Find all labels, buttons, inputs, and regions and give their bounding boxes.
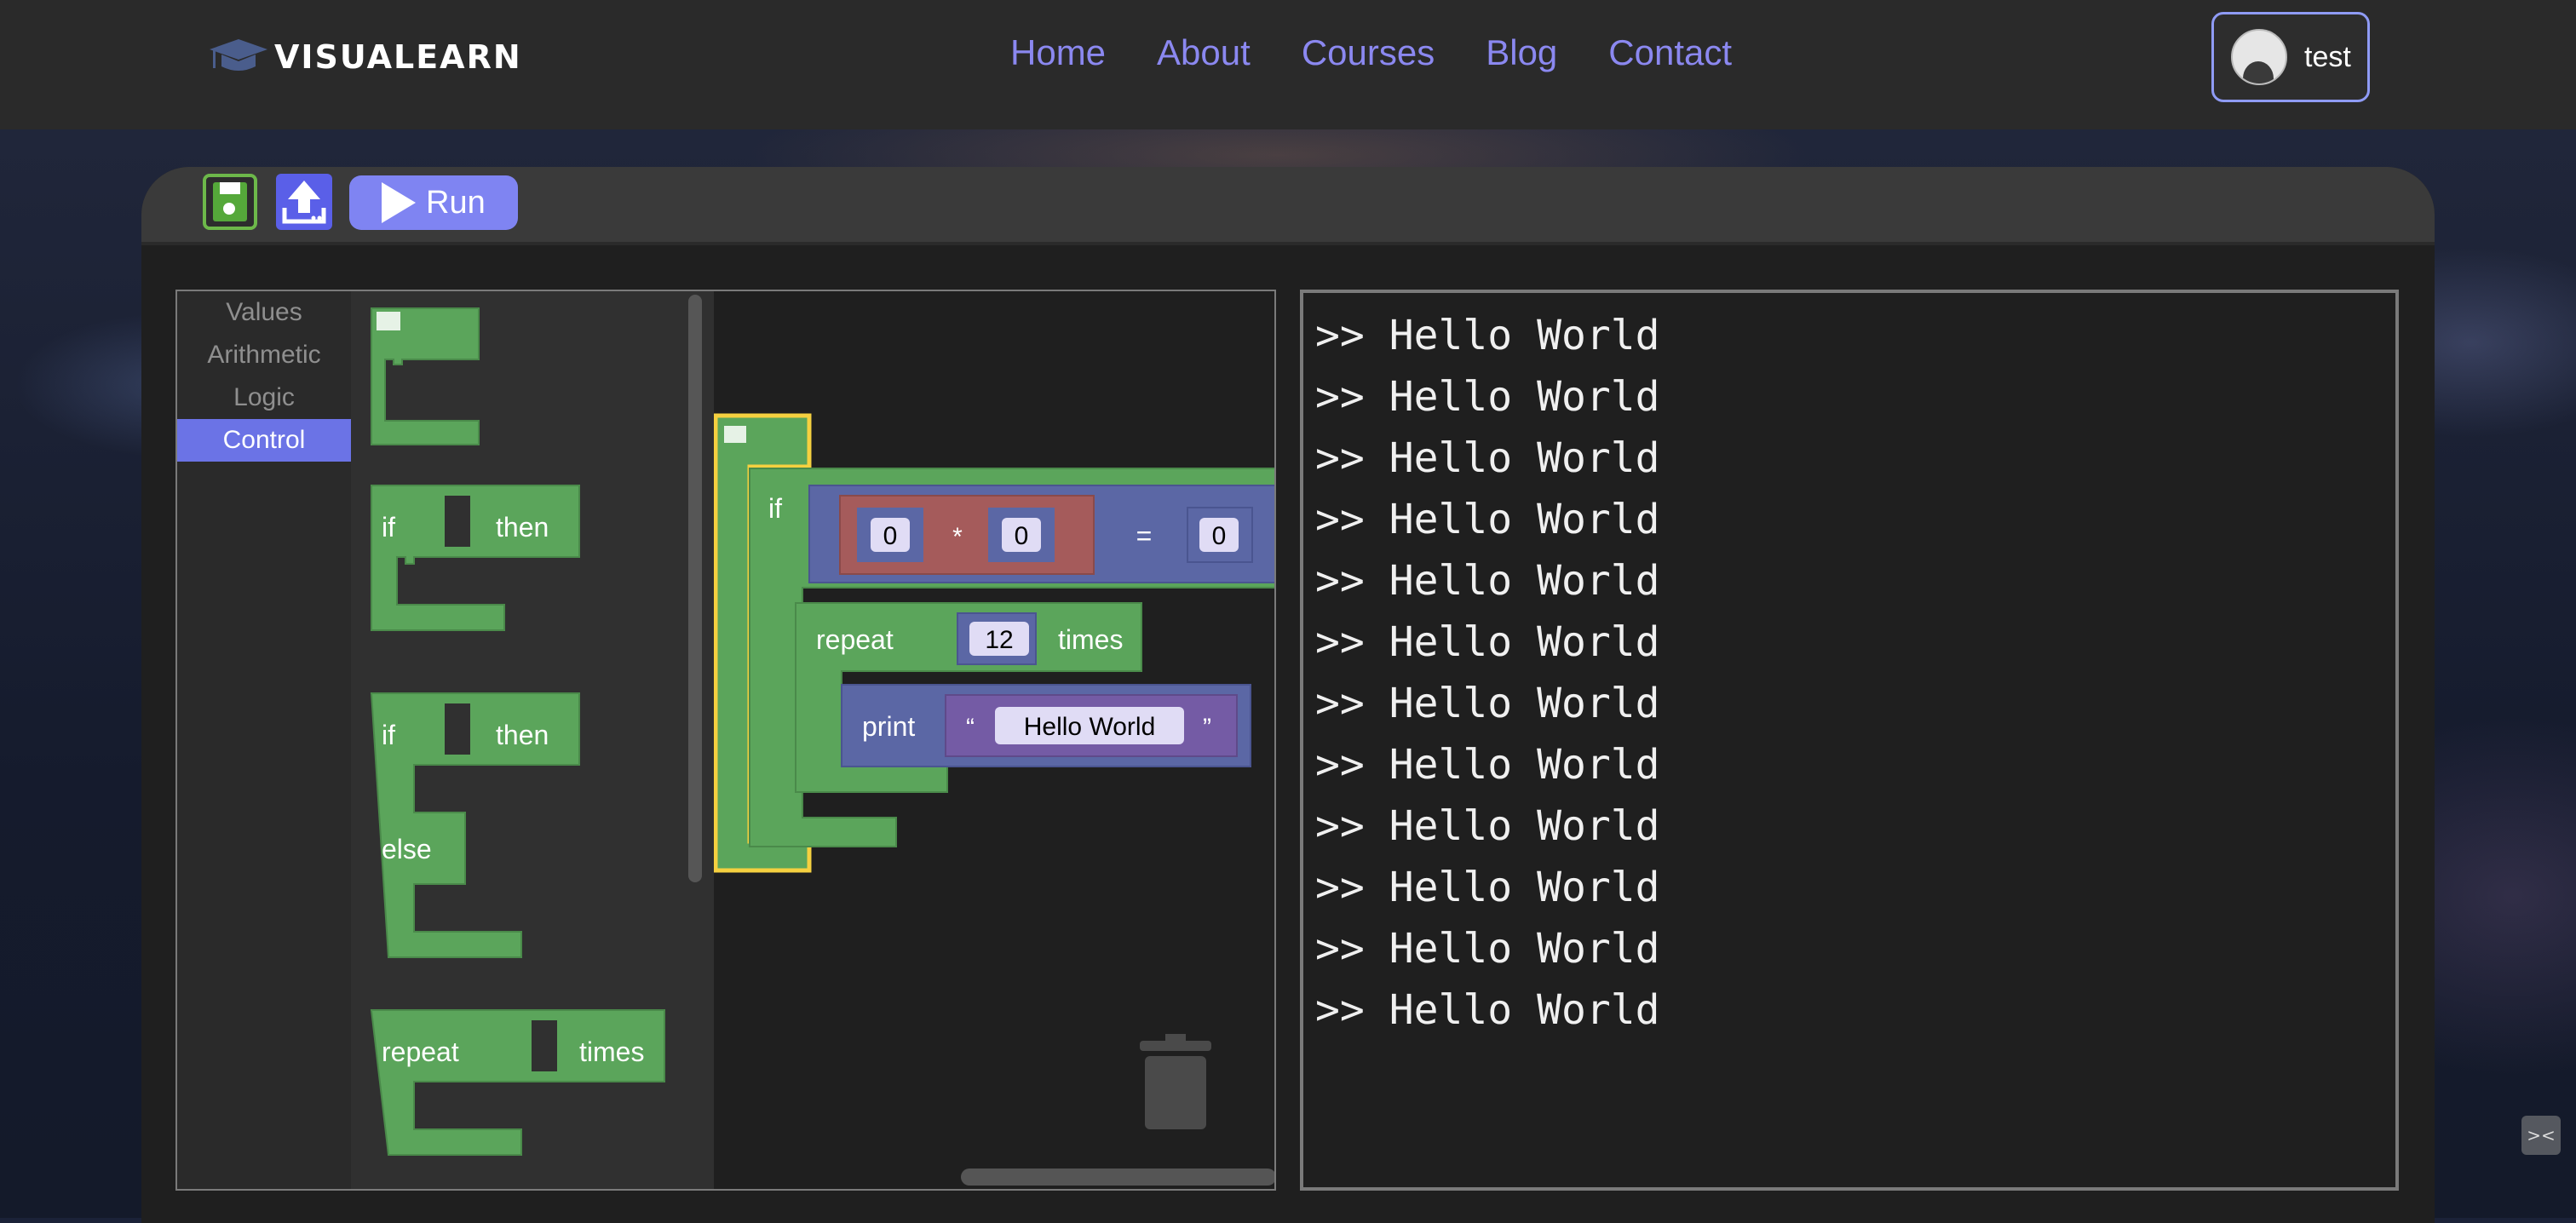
nav-courses[interactable]: Courses xyxy=(1302,32,1435,73)
program-repeat-label: repeat xyxy=(816,624,894,655)
program-if-label: if xyxy=(768,493,782,524)
trash-icon[interactable] xyxy=(1140,1034,1211,1133)
avatar xyxy=(2231,29,2287,85)
output-console: >> Hello World >> Hello World >> Hello W… xyxy=(1300,290,2399,1191)
quote-close: ” xyxy=(1203,714,1211,742)
user-menu-button[interactable]: test xyxy=(2211,12,2370,102)
program-print-block[interactable]: print “ Hello World ” xyxy=(841,684,1251,767)
console-line: >> Hello World xyxy=(1315,496,1660,543)
play-icon xyxy=(382,182,416,223)
flyout-then-label: then xyxy=(496,512,549,543)
flyout-block-repeat[interactable]: repeat times xyxy=(370,1009,665,1156)
workspace-horizontal-scrollbar[interactable] xyxy=(961,1168,1274,1186)
collapse-icon[interactable]: >< xyxy=(2521,1116,2561,1155)
program-times-label: times xyxy=(1058,624,1123,655)
brand-logo[interactable]: VISUALEARN xyxy=(206,36,522,78)
console-line: >> Hello World xyxy=(1315,618,1660,666)
right-operand-value: 0 xyxy=(1212,522,1227,550)
nav-home[interactable]: Home xyxy=(1010,32,1106,73)
program-compare-block[interactable]: 0 * 0 = 0 xyxy=(808,485,1276,583)
nav-about[interactable]: About xyxy=(1157,32,1251,73)
category-arithmetic[interactable]: Arithmetic xyxy=(177,334,351,376)
string-value: Hello World xyxy=(1024,713,1156,741)
equals-operator: = xyxy=(1136,520,1153,551)
upload-button[interactable] xyxy=(276,174,332,230)
broken-image-icon xyxy=(377,312,400,330)
save-button[interactable] xyxy=(203,174,257,230)
graduation-cap-icon xyxy=(210,39,267,71)
broken-image-icon xyxy=(724,426,746,443)
console-line: >> Hello World xyxy=(1315,312,1660,359)
site-header: VISUALEARN Home About Courses Blog Conta… xyxy=(0,0,2576,129)
flyout-block-if-then[interactable]: if then xyxy=(371,485,580,631)
operand-b-value: 0 xyxy=(1015,522,1029,550)
console-line: >> Hello World xyxy=(1315,925,1660,973)
flyout-times-label: times xyxy=(579,1036,644,1067)
flyout-else-label: else xyxy=(382,834,432,864)
flyout-repeat-label: repeat xyxy=(382,1036,459,1067)
program-print-label: print xyxy=(862,711,915,742)
console-line: >> Hello World xyxy=(1315,986,1660,1034)
main-nav: Home About Courses Blog Contact xyxy=(1010,32,1783,73)
multiply-operator: * xyxy=(952,523,963,551)
save-icon-label-area xyxy=(220,182,240,194)
nav-blog[interactable]: Blog xyxy=(1486,32,1557,73)
console-line: >> Hello World xyxy=(1315,741,1660,789)
flyout-block-start[interactable] xyxy=(371,307,480,445)
console-line: >> Hello World xyxy=(1315,557,1660,605)
category-control[interactable]: Control xyxy=(177,419,351,462)
console-line: >> Hello World xyxy=(1315,802,1660,850)
save-icon-dot xyxy=(223,203,235,215)
operand-a-value: 0 xyxy=(883,522,898,550)
category-logic[interactable]: Logic xyxy=(177,376,351,419)
nav-contact[interactable]: Contact xyxy=(1608,32,1732,73)
console-line: >> Hello World xyxy=(1315,864,1660,911)
category-toolbox: Values Arithmetic Logic Control xyxy=(177,291,351,1189)
console-line: >> Hello World xyxy=(1315,434,1660,482)
blockly-workspace[interactable]: Values Arithmetic Logic Control if then … xyxy=(175,290,1276,1191)
flyout-scrollbar[interactable] xyxy=(688,295,702,882)
repeat-count-value: 12 xyxy=(985,626,1013,654)
flyout-block-if-then-else[interactable]: if then else xyxy=(370,692,580,958)
flyout-if-label: if xyxy=(382,512,395,543)
upload-icon xyxy=(282,181,326,224)
user-name: test xyxy=(2304,40,2351,73)
quote-open: “ xyxy=(966,714,975,742)
block-flyout: if then if then else repeat times xyxy=(351,291,714,1189)
category-values[interactable]: Values xyxy=(177,291,351,334)
program-multiply-block[interactable]: 0 * 0 xyxy=(839,495,1095,575)
console-line: >> Hello World xyxy=(1315,680,1660,727)
flyout-then-label-2: then xyxy=(496,720,549,750)
editor-toolbar: Run xyxy=(141,167,2435,245)
flyout-if-label-2: if xyxy=(382,720,395,750)
run-button[interactable]: Run xyxy=(349,175,518,230)
brand-name: VISUALEARN xyxy=(274,38,522,76)
run-label: Run xyxy=(426,184,486,221)
console-line: >> Hello World xyxy=(1315,373,1660,421)
flyout-blocks: if then if then else repeat times xyxy=(370,295,702,1156)
